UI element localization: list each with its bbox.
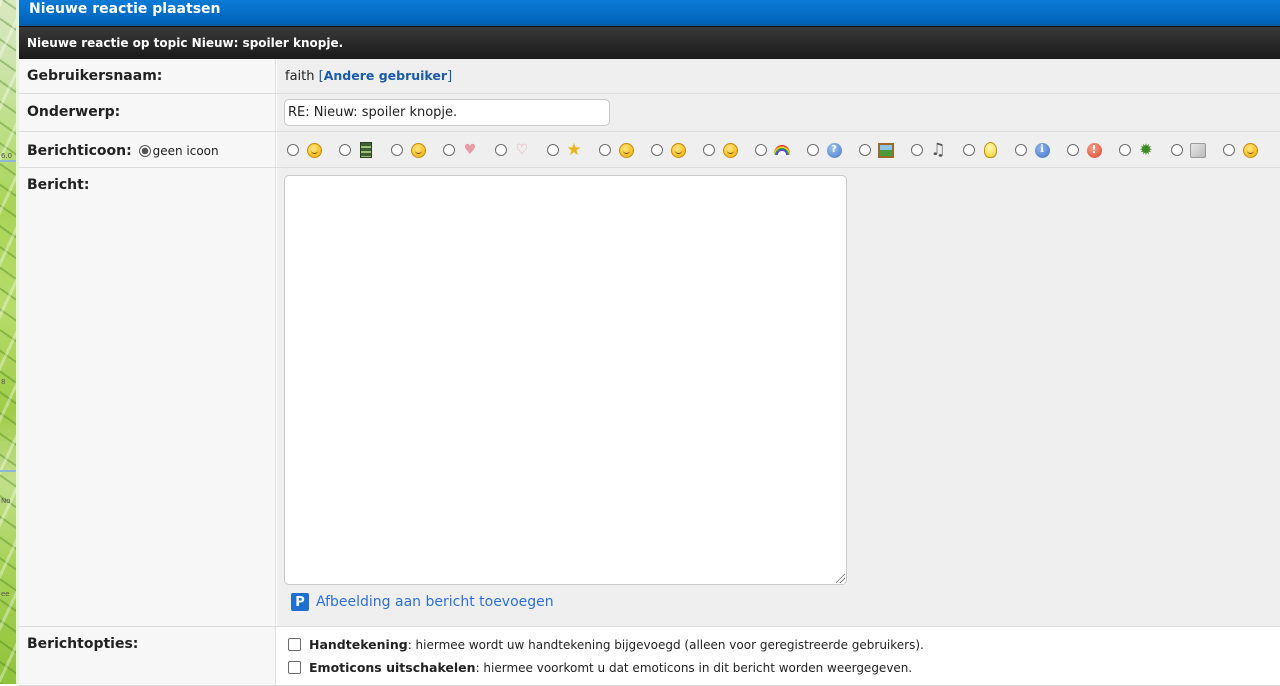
icon-radio[interactable] xyxy=(963,144,975,156)
info-icon: i xyxy=(1034,142,1050,158)
icon-radio[interactable] xyxy=(911,144,923,156)
disable-emoticons-checkbox[interactable] xyxy=(288,661,301,674)
thumbs-down-icon: ♡ xyxy=(515,142,529,158)
message-options-row: Berichtopties: Handtekening: hiermee wor… xyxy=(19,627,1280,686)
map-label: No xyxy=(1,497,11,505)
map-label: ee xyxy=(1,590,10,598)
disable-emoticons-desc: : hiermee voorkomt u dat emoticons in di… xyxy=(475,660,913,675)
subject-label: Onderwerp: xyxy=(19,94,276,131)
icon-radio[interactable] xyxy=(1171,144,1183,156)
message-icon-options: ♥ ♡ ★ ? ♫ i ! ✹ xyxy=(277,132,1280,167)
message-textarea[interactable] xyxy=(284,175,847,585)
resize-handle-icon[interactable] xyxy=(836,574,845,583)
icon-radio[interactable] xyxy=(703,144,715,156)
icon-radio[interactable] xyxy=(1015,144,1027,156)
background-map-strip: 6.0 8 No ee xyxy=(0,0,19,684)
topic-subtitle: Nieuwe reactie op topic Nieuw: spoiler k… xyxy=(19,26,1280,59)
subject-row: Onderwerp: xyxy=(19,94,1280,132)
icon-radio[interactable] xyxy=(391,144,403,156)
laughing-smiley-icon xyxy=(306,142,322,158)
options-value-cell: Handtekening: hiermee wordt uw handteken… xyxy=(277,627,1280,685)
username-label: Gebruikersnaam: xyxy=(19,59,276,93)
message-label: Bericht: xyxy=(19,168,276,626)
disable-emoticons-option: Emoticons uitschakelen: hiermee voorkomt… xyxy=(288,660,912,675)
surprised-smiley-icon xyxy=(670,142,686,158)
signature-checkbox[interactable] xyxy=(288,638,301,651)
wink-smiley-icon xyxy=(618,142,634,158)
icon-radio-group: ♥ ♡ ★ ? ♫ i ! ✹ xyxy=(287,140,1275,160)
photo-upload-icon: P xyxy=(291,593,309,611)
icon-radio[interactable] xyxy=(755,144,767,156)
add-image-link[interactable]: P Afbeelding aan bericht toevoegen xyxy=(291,593,554,611)
question-icon: ? xyxy=(826,142,842,158)
post-reply-panel: Nieuwe reactie plaatsen Nieuwe reactie o… xyxy=(19,0,1280,686)
icon-radio[interactable] xyxy=(599,144,611,156)
signature-desc: : hiermee wordt uw handtekening bijgevoe… xyxy=(407,637,924,652)
message-icon-label-cell: Berichticoon: geen icoon xyxy=(19,132,276,167)
message-row: Bericht: P Afbeelding aan bericht toevoe… xyxy=(19,168,1280,627)
no-icon-radio[interactable] xyxy=(138,145,151,157)
disable-emoticons-title: Emoticons uitschakelen xyxy=(309,660,476,675)
thumbs-up-icon: ♥ xyxy=(463,142,477,158)
tongue-smiley-icon xyxy=(410,142,426,158)
sad-smiley-icon xyxy=(722,142,738,158)
no-icon-label: geen icoon xyxy=(152,144,219,158)
panel-title: Nieuwe reactie plaatsen xyxy=(19,0,1280,26)
music-note-icon: ♫ xyxy=(930,140,946,160)
bug-icon: ✹ xyxy=(1139,140,1153,159)
other-user-link[interactable]: Andere gebruiker xyxy=(324,68,447,83)
map-label: 8 xyxy=(1,378,6,386)
message-icon-label: Berichticoon: xyxy=(27,143,132,159)
icon-radio[interactable] xyxy=(443,144,455,156)
icon-radio[interactable] xyxy=(547,144,559,156)
rainbow-icon xyxy=(774,142,790,158)
exclamation-icon: ! xyxy=(1086,142,1102,158)
username-value-cell: faith [Andere gebruiker] xyxy=(277,59,1280,93)
icon-radio[interactable] xyxy=(859,144,871,156)
subject-input[interactable] xyxy=(284,99,610,126)
signature-option: Handtekening: hiermee wordt uw handteken… xyxy=(288,637,924,652)
options-label: Berichtopties: xyxy=(19,627,276,685)
message-value-cell: P Afbeelding aan bericht toevoegen xyxy=(277,168,1280,626)
icon-radio[interactable] xyxy=(807,144,819,156)
icon-radio[interactable] xyxy=(1223,144,1235,156)
icon-radio[interactable] xyxy=(287,144,299,156)
picture-icon xyxy=(878,142,894,158)
icon-radio[interactable] xyxy=(495,144,507,156)
film-icon xyxy=(358,142,374,158)
subject-value-cell xyxy=(277,94,1280,131)
username-row: Gebruikersnaam: faith [Andere gebruiker] xyxy=(19,59,1280,94)
add-image-label: Afbeelding aan bericht toevoegen xyxy=(316,594,554,610)
star-icon: ★ xyxy=(566,140,582,160)
icon-radio[interactable] xyxy=(1067,144,1079,156)
username-value: faith xyxy=(285,69,315,84)
block-icon xyxy=(1190,142,1206,158)
icon-radio[interactable] xyxy=(1119,144,1131,156)
grin-smiley-icon xyxy=(1242,142,1258,158)
icon-radio[interactable] xyxy=(651,144,663,156)
bracket-close: ] xyxy=(447,69,453,84)
map-label: 6.0 xyxy=(1,152,13,160)
icon-radio[interactable] xyxy=(339,144,351,156)
signature-title: Handtekening xyxy=(309,637,408,652)
message-icon-row: Berichticoon: geen icoon ♥ ♡ ★ ? ♫ i ! ✹ xyxy=(19,132,1280,168)
lightbulb-icon xyxy=(982,142,998,158)
